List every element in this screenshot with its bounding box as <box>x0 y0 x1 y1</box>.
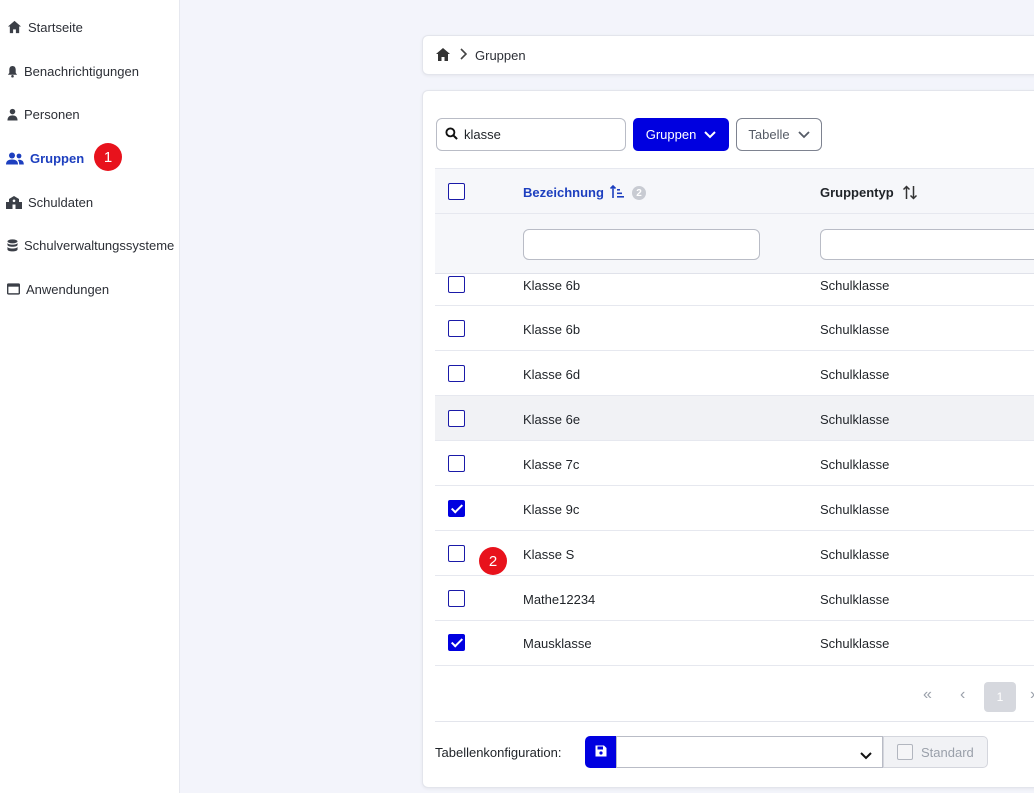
sidebar: Startseite Benachrichtigungen Personen G… <box>0 0 180 793</box>
table-row[interactable]: Klasse 6e Schulklasse <box>435 396 1034 441</box>
sidebar-item-label: Schuldaten <box>28 194 94 210</box>
footer-divider <box>435 721 1034 722</box>
annotation-badge-2: 2 <box>479 547 507 575</box>
gruppen-filter-label: Gruppen <box>645 127 697 142</box>
tabelle-view-label: Tabelle <box>748 127 790 142</box>
select-all-checkbox[interactable] <box>448 183 465 200</box>
groups-table-card: Gruppen Tabelle Bezeichnung 2 Gruppentyp… <box>422 90 1034 788</box>
sidebar-item-label: Benachrichtigungen <box>24 63 139 79</box>
sidebar-item-personen[interactable]: Personen <box>0 99 180 129</box>
row-bezeichnung: Klasse 6e <box>523 412 581 427</box>
sidebar-item-schulverwaltungssysteme[interactable]: Schulverwaltungssysteme <box>0 230 180 260</box>
save-icon <box>595 745 607 760</box>
sidebar-item-label: Schulverwaltungssysteme <box>24 237 175 253</box>
row-gruppentyp: Schulklasse <box>820 412 890 427</box>
school-icon <box>6 194 22 210</box>
save-config-button[interactable] <box>585 736 617 768</box>
table-row[interactable]: Klasse 6d Schulklasse <box>435 351 1034 396</box>
sort-priority-badge: 2 <box>632 186 646 200</box>
breadcrumb-current: Gruppen <box>475 47 526 63</box>
column-header-bezeichnung[interactable]: Bezeichnung <box>523 185 604 200</box>
table-config-label: Tabellenkonfiguration: <box>435 745 562 760</box>
row-bezeichnung: Klasse 6b <box>523 322 581 337</box>
breadcrumb: Gruppen <box>422 35 1034 75</box>
table-row[interactable]: Klasse 9c Schulklasse <box>435 486 1034 531</box>
search-box <box>436 118 626 151</box>
bell-icon <box>6 63 18 79</box>
sidebar-item-label: Anwendungen <box>26 281 110 297</box>
table-row[interactable]: Klasse 6b Schulklasse <box>435 306 1034 351</box>
sidebar-item-benachrichtigungen[interactable]: Benachrichtigungen <box>0 56 180 86</box>
column-header-gruppentyp[interactable]: Gruppentyp <box>820 185 894 200</box>
sidebar-item-startseite[interactable]: Startseite <box>0 12 180 42</box>
row-gruppentyp: Schulklasse <box>820 502 890 517</box>
table-config-select[interactable] <box>616 736 883 768</box>
sidebar-item-label: Gruppen <box>30 150 85 166</box>
database-icon <box>6 237 18 253</box>
search-icon <box>445 126 458 143</box>
row-gruppentyp: Schulklasse <box>820 592 890 607</box>
search-input[interactable] <box>464 127 614 142</box>
table-row[interactable]: Mathe12234 Schulklasse <box>435 576 1034 621</box>
users-icon <box>6 150 24 166</box>
annotation-badge-1: 1 <box>94 143 122 171</box>
sidebar-item-label: Startseite <box>28 19 83 35</box>
row-bezeichnung: Mausklasse <box>523 636 592 651</box>
table-row[interactable]: Mausklasse Schulklasse <box>435 621 1034 666</box>
row-gruppentyp: Schulklasse <box>820 547 890 562</box>
table-row[interactable]: Klasse 7c Schulklasse <box>435 441 1034 486</box>
chevron-right-icon <box>459 47 468 63</box>
sidebar-item-gruppen[interactable]: Gruppen <box>0 143 180 173</box>
row-checkbox[interactable] <box>448 365 465 382</box>
row-checkbox[interactable] <box>448 545 465 562</box>
person-icon <box>6 106 18 122</box>
standard-checkbox[interactable] <box>897 744 913 760</box>
row-gruppentyp: Schulklasse <box>820 322 890 337</box>
bezeichnung-filter-input[interactable] <box>523 229 760 260</box>
first-page-button[interactable]: « <box>923 686 932 704</box>
row-checkbox[interactable] <box>448 320 465 337</box>
row-bezeichnung: Mathe12234 <box>523 592 596 607</box>
row-checkbox[interactable] <box>448 276 465 293</box>
previous-page-button[interactable]: ‹ <box>960 686 965 704</box>
row-gruppentyp: Schulklasse <box>820 367 890 382</box>
sidebar-item-anwendungen[interactable]: Anwendungen <box>0 274 180 304</box>
sidebar-item-label: Personen <box>24 106 80 122</box>
row-bezeichnung: Klasse 9c <box>523 502 580 517</box>
table-row[interactable]: Klasse S Schulklasse <box>435 531 1034 576</box>
chevron-down-icon <box>704 127 717 142</box>
row-bezeichnung: Klasse S <box>523 547 575 562</box>
tabelle-view-button[interactable]: Tabelle <box>736 118 822 151</box>
sort-ascending-icon[interactable] <box>609 184 626 203</box>
row-checkbox[interactable] <box>448 634 465 651</box>
filter-row <box>435 214 1034 274</box>
row-gruppentyp: Schulklasse <box>820 636 890 651</box>
home-icon[interactable] <box>435 47 451 63</box>
chevron-down-icon <box>797 127 810 142</box>
row-checkbox[interactable] <box>448 455 465 472</box>
chevron-down-icon <box>860 748 872 763</box>
row-gruppentyp: Schulklasse <box>820 278 890 293</box>
standard-label: Standard <box>921 744 974 760</box>
row-bezeichnung: Klasse 7c <box>523 457 580 472</box>
row-checkbox[interactable] <box>448 590 465 607</box>
row-bezeichnung: Klasse 6d <box>523 367 581 382</box>
current-page-button[interactable]: 1 <box>984 682 1016 712</box>
sort-unsorted-icon[interactable] <box>902 185 918 203</box>
row-gruppentyp: Schulklasse <box>820 457 890 472</box>
row-checkbox[interactable] <box>448 500 465 517</box>
gruppentyp-filter-input[interactable] <box>820 229 1034 260</box>
window-icon <box>6 281 20 297</box>
row-checkbox[interactable] <box>448 410 465 427</box>
next-page-button[interactable]: › <box>1030 686 1034 704</box>
row-bezeichnung: Klasse 6b <box>523 278 581 293</box>
table-row[interactable]: Klasse 6b Schulklasse <box>435 274 1034 306</box>
standard-toggle[interactable]: Standard <box>883 736 988 768</box>
home-icon <box>6 19 22 35</box>
table-header: Bezeichnung 2 Gruppentyp <box>435 168 1034 214</box>
sidebar-item-schuldaten[interactable]: Schuldaten <box>0 187 180 217</box>
gruppen-filter-button[interactable]: Gruppen <box>633 118 729 151</box>
